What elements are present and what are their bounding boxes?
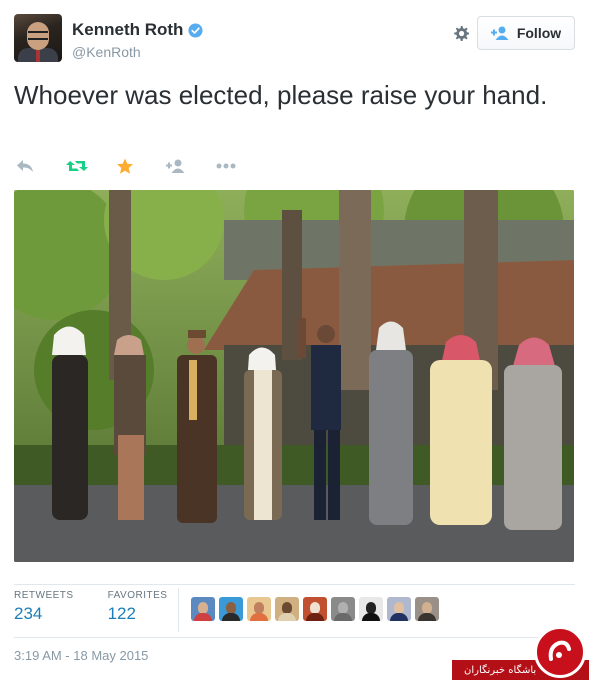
favorites-count: 122 — [107, 604, 136, 623]
display-name-row[interactable]: Kenneth Roth — [72, 20, 203, 40]
avatar[interactable] — [14, 14, 62, 62]
add-user-icon — [166, 159, 185, 173]
retweets-stat[interactable]: RETWEETS 234 — [14, 590, 74, 630]
watermark-logo-icon — [534, 626, 586, 678]
favoriter-avatar[interactable] — [331, 597, 355, 621]
favoriter-avatar[interactable] — [247, 597, 271, 621]
favoriter-avatar[interactable] — [191, 597, 215, 621]
watermark: باشگاه خبرنگاران — [452, 626, 589, 680]
retweets-count: 234 — [14, 604, 43, 623]
more-icon — [216, 163, 236, 169]
tweet-photo[interactable] — [14, 190, 574, 562]
follow-icon — [490, 26, 509, 40]
tweet-header: Kenneth Roth @KenRoth Follow — [14, 14, 575, 66]
favoriter-avatar[interactable] — [387, 597, 411, 621]
stats-separator — [178, 588, 179, 632]
retweets-label: RETWEETS — [14, 590, 74, 601]
tweet-stats: RETWEETS 234 FAVORITES 122 — [14, 590, 197, 630]
favoriter-avatar[interactable] — [275, 597, 299, 621]
follow-label: Follow — [516, 25, 562, 41]
reply-icon — [17, 160, 33, 172]
reply-button[interactable] — [14, 155, 64, 177]
display-name[interactable]: Kenneth Roth — [72, 20, 183, 40]
favoriter-avatar[interactable] — [303, 597, 327, 621]
favoriter-avatars — [191, 597, 439, 621]
gear-icon[interactable] — [451, 24, 471, 44]
follow-button[interactable]: Follow — [477, 16, 575, 50]
more-button[interactable] — [214, 155, 264, 177]
favorite-button[interactable] — [114, 155, 164, 177]
retweet-icon — [66, 161, 88, 171]
group-photo-illustration — [14, 190, 574, 562]
follow-user-button[interactable] — [164, 155, 214, 177]
stats-top-divider — [14, 584, 575, 585]
tweet-actions — [14, 155, 264, 177]
user-handle[interactable]: @KenRoth — [72, 44, 203, 60]
tweet-text: Whoever was elected, please raise your h… — [14, 80, 548, 110]
favorites-label: FAVORITES — [107, 590, 168, 601]
favorite-star-icon — [117, 158, 133, 174]
verified-badge-icon — [188, 22, 203, 38]
favorites-stat[interactable]: FAVORITES 122 — [108, 590, 168, 630]
favoriter-avatar[interactable] — [415, 597, 439, 621]
tweet-timestamp[interactable]: 3:19 AM - 18 May 2015 — [14, 648, 148, 663]
favoriter-avatar[interactable] — [359, 597, 383, 621]
user-info: Kenneth Roth @KenRoth — [72, 20, 203, 60]
favoriter-avatar[interactable] — [219, 597, 243, 621]
retweet-button[interactable] — [64, 155, 114, 177]
